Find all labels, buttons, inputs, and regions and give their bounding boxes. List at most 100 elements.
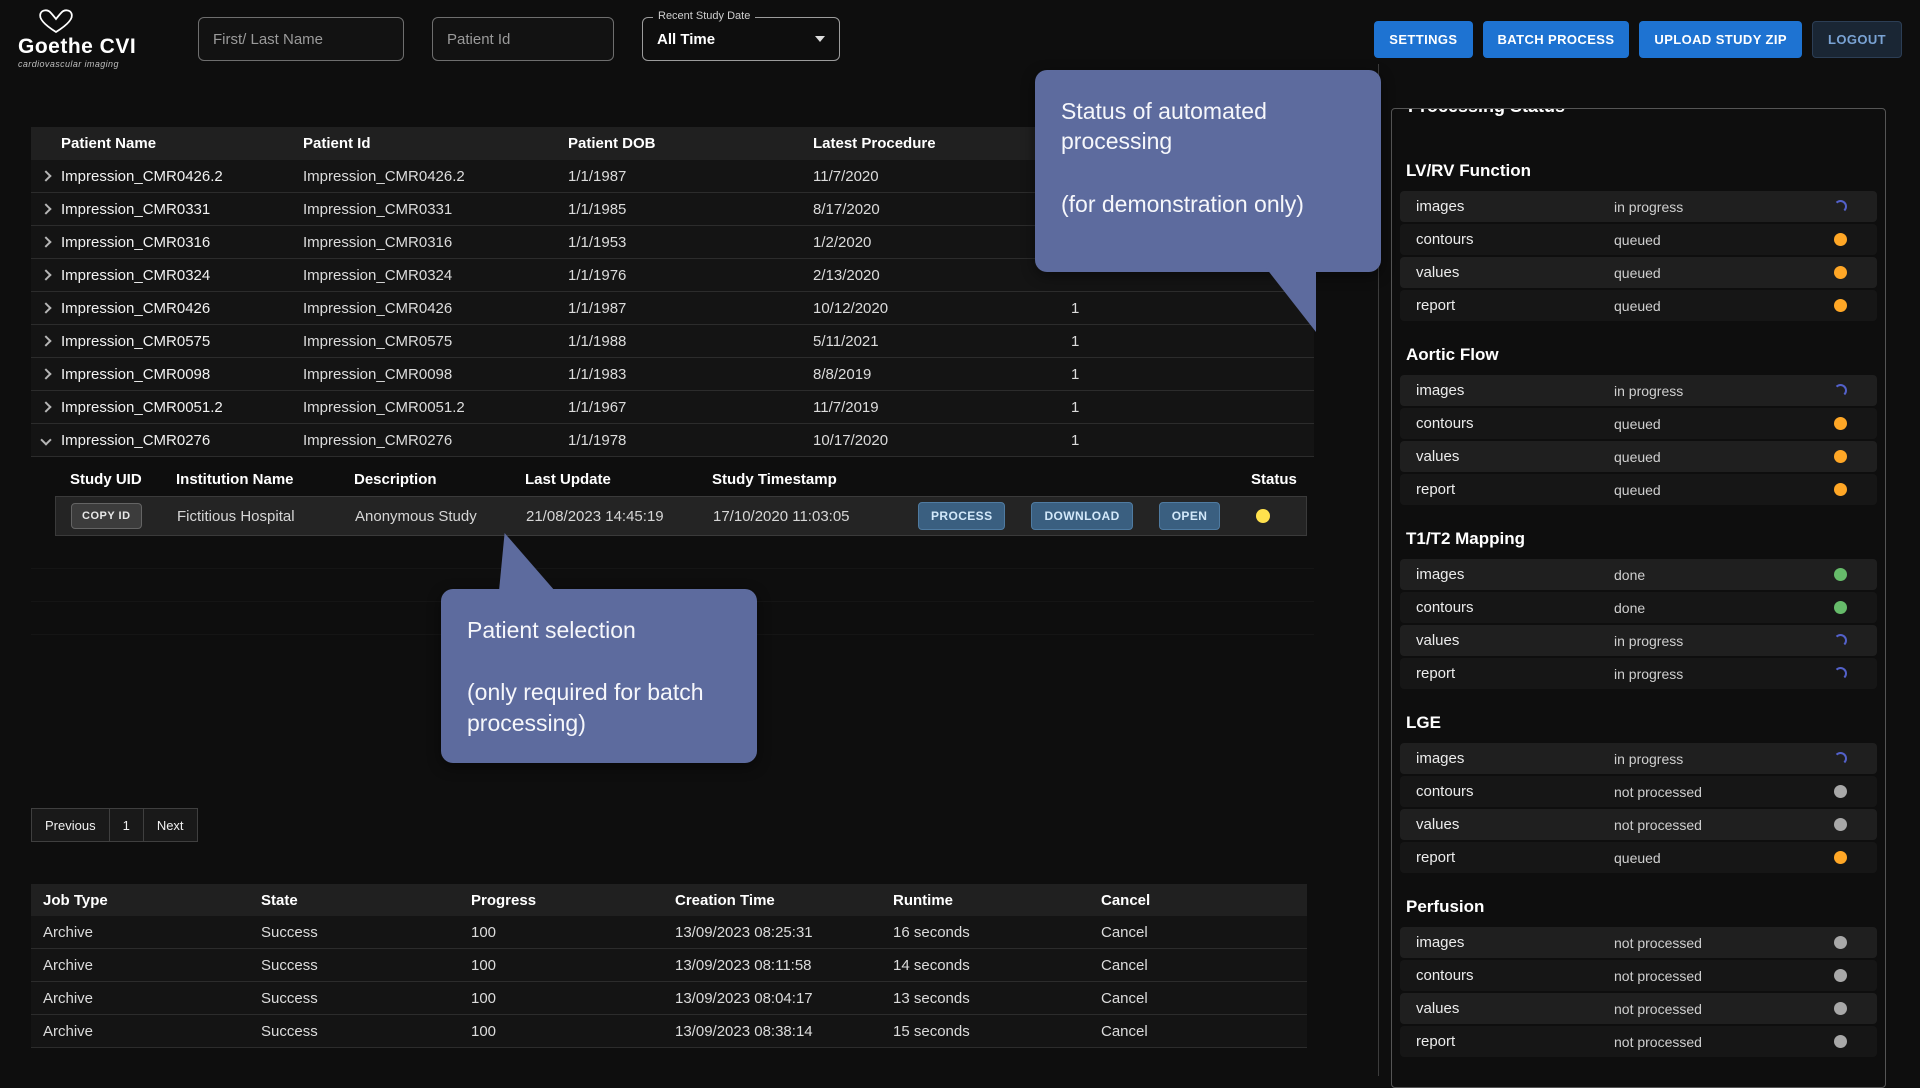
latest-procedure-cell: 8/17/2020 (813, 201, 1071, 218)
batch-process-button[interactable]: BATCH PROCESS (1483, 21, 1630, 58)
status-icon (1834, 200, 1847, 213)
status-group: Perfusion images not processed contours … (1400, 897, 1877, 1057)
settings-button[interactable]: SETTINGS (1374, 21, 1472, 58)
job-progress-cell: 100 (471, 1023, 675, 1040)
patient-name-cell: Impression_CMR0426 (61, 300, 303, 317)
topbar: Goethe CVI cardiovascular imaging Recent… (0, 0, 1920, 78)
patient-id-search-input[interactable] (432, 17, 614, 61)
logout-button[interactable]: LOGOUT (1812, 21, 1902, 58)
app-title: Goethe CVI (18, 35, 170, 58)
patient-name-cell: Impression_CMR0331 (61, 201, 303, 218)
job-type-cell: Archive (43, 924, 261, 941)
status-text: queued (1614, 482, 1829, 498)
study-count-cell: 1 (1071, 300, 1314, 317)
col-study-timestamp: Study Timestamp (712, 471, 903, 488)
patient-dob-cell: 1/1/1978 (568, 432, 813, 449)
jobs-table: Job Type State Progress Creation Time Ru… (31, 884, 1307, 1048)
col-institution-name: Institution Name (176, 471, 354, 488)
chevron-right-icon[interactable] (40, 170, 51, 181)
next-page-button[interactable]: Next (143, 808, 198, 842)
job-created-cell: 13/09/2023 08:25:31 (675, 924, 893, 941)
status-icon (1834, 1035, 1847, 1048)
open-button[interactable]: OPEN (1159, 502, 1221, 530)
cancel-job-link[interactable]: Cancel (1101, 990, 1307, 1007)
chevron-right-icon[interactable] (40, 368, 51, 379)
status-group: T1/T2 Mapping images done contours done … (1400, 529, 1877, 689)
study-row[interactable]: COPY ID Fictitious Hospital Anonymous St… (55, 496, 1307, 536)
topbar-actions: SETTINGS BATCH PROCESS UPLOAD STUDY ZIP … (1374, 21, 1902, 58)
table-row[interactable]: Impression_CMR0098 Impression_CMR0098 1/… (31, 358, 1314, 391)
status-icon (1834, 483, 1847, 496)
chevron-down-icon (815, 36, 825, 42)
chevron-right-icon[interactable] (40, 302, 51, 313)
status-label: values (1416, 632, 1614, 649)
job-row: Archive Success 100 13/09/2023 08:04:17 … (31, 982, 1307, 1015)
group-title: LV/RV Function (1406, 161, 1871, 181)
col-job-type: Job Type (43, 892, 261, 909)
status-icon (1834, 299, 1847, 312)
status-label: report (1416, 481, 1614, 498)
upload-study-zip-button[interactable]: UPLOAD STUDY ZIP (1639, 21, 1802, 58)
job-created-cell: 13/09/2023 08:38:14 (675, 1023, 893, 1040)
status-icon (1834, 851, 1847, 864)
download-button[interactable]: DOWNLOAD (1031, 502, 1132, 530)
latest-procedure-cell: 1/2/2020 (813, 234, 1071, 251)
name-search-input[interactable] (198, 17, 404, 61)
table-row[interactable]: Impression_CMR0051.2 Impression_CMR0051.… (31, 391, 1314, 424)
table-row-expanded[interactable]: Impression_CMR0276 Impression_CMR0276 1/… (31, 424, 1314, 457)
latest-procedure-cell: 11/7/2020 (813, 168, 1071, 185)
study-count-cell: 1 (1071, 366, 1314, 383)
chevron-right-icon[interactable] (40, 203, 51, 214)
process-button[interactable]: PROCESS (918, 502, 1005, 530)
latest-procedure-cell: 2/13/2020 (813, 267, 1071, 284)
status-icon (1834, 233, 1847, 246)
status-text: in progress (1614, 666, 1829, 682)
patient-id-cell: Impression_CMR0276 (303, 432, 568, 449)
page-number-button[interactable]: 1 (109, 808, 144, 842)
chevron-right-icon[interactable] (40, 401, 51, 412)
chevron-right-icon[interactable] (40, 269, 51, 280)
job-type-cell: Archive (43, 990, 261, 1007)
latest-procedure-cell: 10/17/2020 (813, 432, 1071, 449)
status-text: not processed (1614, 1034, 1829, 1050)
status-icon (1834, 384, 1847, 397)
patient-id-cell: Impression_CMR0426.2 (303, 168, 568, 185)
status-row: contours queued (1400, 224, 1877, 255)
cancel-job-link[interactable]: Cancel (1101, 1023, 1307, 1040)
cancel-job-link[interactable]: Cancel (1101, 924, 1307, 941)
status-label: report (1416, 297, 1614, 314)
table-row[interactable]: Impression_CMR0575 Impression_CMR0575 1/… (31, 325, 1314, 358)
study-date-select[interactable]: Recent Study Date All Time (642, 17, 840, 61)
status-label: contours (1416, 415, 1614, 432)
patient-id-cell: Impression_CMR0324 (303, 267, 568, 284)
job-state-cell: Success (261, 990, 471, 1007)
pagination: Previous 1 Next (31, 808, 197, 842)
table-row[interactable]: Impression_CMR0426 Impression_CMR0426 1/… (31, 292, 1314, 325)
status-text: queued (1614, 850, 1829, 866)
status-row: images in progress (1400, 375, 1877, 406)
cancel-job-link[interactable]: Cancel (1101, 957, 1307, 974)
chevron-right-icon[interactable] (40, 236, 51, 247)
group-title: T1/T2 Mapping (1406, 529, 1871, 549)
job-runtime-cell: 14 seconds (893, 957, 1101, 974)
col-patient-dob: Patient DOB (568, 135, 813, 152)
job-row: Archive Success 100 13/09/2023 08:38:14 … (31, 1015, 1307, 1048)
patient-id-cell: Impression_CMR0575 (303, 333, 568, 350)
patient-dob-cell: 1/1/1987 (568, 168, 813, 185)
callout-patient-selection: Patient selection (only required for bat… (441, 589, 757, 763)
job-type-cell: Archive (43, 1023, 261, 1040)
job-runtime-cell: 13 seconds (893, 990, 1101, 1007)
status-label: images (1416, 566, 1614, 583)
status-icon (1834, 601, 1847, 614)
status-row: images in progress (1400, 191, 1877, 222)
ghost-row (31, 536, 1314, 569)
chevron-down-icon[interactable] (40, 434, 51, 445)
study-uid-cell: COPY ID (71, 503, 177, 529)
col-progress: Progress (471, 892, 675, 909)
chevron-right-icon[interactable] (40, 335, 51, 346)
status-row: contours done (1400, 592, 1877, 623)
copy-id-button[interactable]: COPY ID (71, 503, 142, 529)
status-icon (1834, 969, 1847, 982)
status-text: not processed (1614, 1001, 1829, 1017)
previous-page-button[interactable]: Previous (31, 808, 110, 842)
